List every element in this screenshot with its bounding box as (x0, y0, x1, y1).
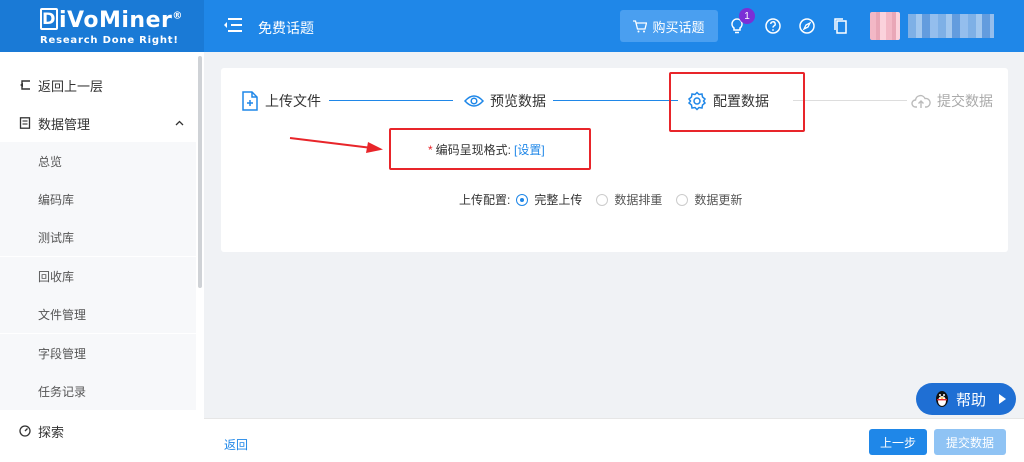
radio-label: 数据更新 (694, 193, 743, 207)
menu-collapse-icon[interactable] (224, 17, 242, 33)
red-arrow-annotation (289, 137, 383, 153)
logo-tagline: Research Done Right! (40, 35, 179, 46)
sidebar-back[interactable]: 返回上一层 (0, 66, 196, 104)
required-mark: * (428, 143, 433, 157)
upload-config-label: 上传配置: (459, 193, 511, 207)
document-icon (19, 117, 31, 129)
sidebar-item-explore[interactable]: 探索 (0, 412, 196, 450)
sidebar-item-coding-library[interactable]: 编码库 (0, 180, 196, 218)
sidebar-item-label: 探索 (38, 424, 65, 440)
compass-icon[interactable] (798, 17, 816, 35)
sidebar: 返回上一层 数据管理 总览 编码库 测试库 回收库 文件管理 字段管理 任务记录… (0, 52, 204, 462)
radio-update[interactable]: 数据更新 (676, 191, 742, 208)
logo-registered: ® (172, 10, 183, 22)
back-link[interactable]: 返回 (224, 436, 248, 453)
file-plus-icon (242, 91, 258, 111)
header-title: 免费话题 (258, 20, 314, 36)
step-preview-data[interactable]: 预览数据 (464, 88, 546, 114)
eye-icon (464, 95, 484, 107)
logo[interactable]: DiVoMiner® Research Done Right! (0, 0, 204, 52)
footer-bar: 返回 上一步 提交数据 (204, 418, 1024, 462)
radio-full-upload[interactable]: 完整上传 (516, 191, 582, 208)
step-connector (793, 100, 907, 101)
avatar[interactable] (870, 12, 900, 40)
sidebar-scrollbar[interactable] (198, 56, 202, 288)
encoding-format-text: 编码呈现格式: (435, 143, 512, 157)
sidebar-item-recycle-bin[interactable]: 回收库 (0, 257, 196, 295)
return-icon (20, 80, 30, 90)
penguin-icon (936, 391, 948, 407)
sidebar-item-overview[interactable]: 总览 (0, 142, 196, 180)
step-connector (553, 100, 678, 101)
sidebar-sub-label: 总览 (38, 154, 63, 169)
encoding-format-label: * 编码呈现格式: (428, 141, 511, 158)
sidebar-item-task-log[interactable]: 任务记录 (0, 372, 196, 410)
top-header: DiVoMiner® Research Done Right! 免费话题 购买话… (0, 0, 1024, 52)
step-label: 上传文件 (265, 93, 321, 109)
buy-topic-button[interactable]: 购买话题 (620, 10, 718, 42)
gauge-icon (19, 425, 31, 437)
step-submit-data[interactable]: 提交数据 (911, 88, 993, 114)
documents-icon[interactable] (832, 17, 850, 35)
upload-config-row: 上传配置: 完整上传 数据排重 数据更新 (459, 191, 756, 208)
step-label: 预览数据 (490, 93, 546, 109)
previous-step-button[interactable]: 上一步 (869, 429, 927, 455)
sidebar-item-file-management[interactable]: 文件管理 (0, 295, 196, 333)
sidebar-back-label: 返回上一层 (38, 78, 104, 94)
radio-dot (596, 193, 609, 206)
cloud-upload-icon (911, 94, 931, 108)
radio-label: 数据排重 (614, 193, 663, 207)
radio-dot (676, 193, 689, 206)
sidebar-sub-label: 任务记录 (38, 384, 87, 399)
sidebar-item-field-management[interactable]: 字段管理 (0, 334, 196, 372)
radio-deduplicate[interactable]: 数据排重 (596, 191, 662, 208)
submit-data-button[interactable]: 提交数据 (934, 429, 1006, 455)
encoding-settings-link[interactable]: [设置] (514, 141, 545, 158)
logo-wordmark: DiVoMiner® (40, 8, 183, 33)
sidebar-item-test-library[interactable]: 测试库 (0, 218, 196, 256)
help-circle-icon[interactable] (764, 17, 782, 35)
sidebar-sub-label: 回收库 (38, 269, 75, 284)
buy-topic-label: 购买话题 (652, 19, 705, 35)
logo-letter: D (40, 8, 58, 30)
sidebar-sub-label: 文件管理 (38, 307, 87, 322)
config-card: 上传文件 预览数据 配置数据 提交数据 *编码呈现格式: [设置] 上传配置: (221, 68, 1008, 252)
sidebar-item-label: 数据管理 (38, 116, 91, 132)
sidebar-sub-label: 编码库 (38, 192, 75, 207)
sidebar-sub-label: 测试库 (38, 230, 75, 245)
radio-dot (516, 193, 529, 206)
cart-icon (633, 19, 648, 32)
step-upload-file[interactable]: 上传文件 (241, 88, 321, 114)
step-label: 提交数据 (937, 93, 993, 109)
logo-text: iVoMiner (59, 8, 173, 33)
sidebar-sub-label: 字段管理 (38, 346, 87, 361)
help-label: 帮助 (956, 391, 987, 409)
chevron-up-icon (175, 120, 184, 126)
step-connector (329, 100, 453, 101)
sidebar-item-data-management[interactable]: 数据管理 (0, 104, 196, 142)
notification-badge: 1 (739, 8, 755, 24)
caret-right-icon (999, 394, 1007, 404)
highlight-box-step (669, 72, 805, 132)
help-button[interactable]: 帮助 (916, 383, 1016, 415)
radio-label: 完整上传 (534, 193, 583, 207)
user-name-blurred[interactable] (908, 14, 994, 38)
